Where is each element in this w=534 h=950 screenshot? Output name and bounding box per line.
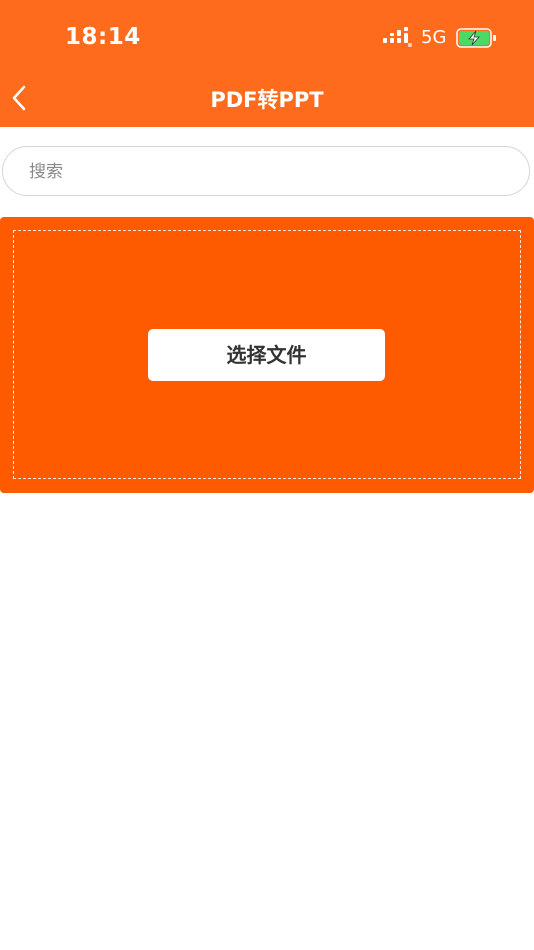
network-label: 5G bbox=[421, 27, 447, 48]
status-time: 18:14 bbox=[65, 24, 141, 50]
status-bar: 18:14 5G bbox=[0, 0, 534, 70]
search-input[interactable] bbox=[27, 147, 511, 197]
battery-charging-icon bbox=[456, 28, 496, 48]
select-file-button[interactable]: 选择文件 bbox=[148, 329, 385, 381]
search-box[interactable] bbox=[2, 146, 530, 197]
nav-bar: PDF转PPT bbox=[0, 70, 534, 127]
page-title: PDF转PPT bbox=[210, 88, 324, 112]
file-upload-area[interactable]: 选择文件 bbox=[0, 217, 534, 493]
signal-icon bbox=[383, 27, 412, 47]
app-header: 18:14 5G PDF转PPT bbox=[0, 0, 534, 127]
